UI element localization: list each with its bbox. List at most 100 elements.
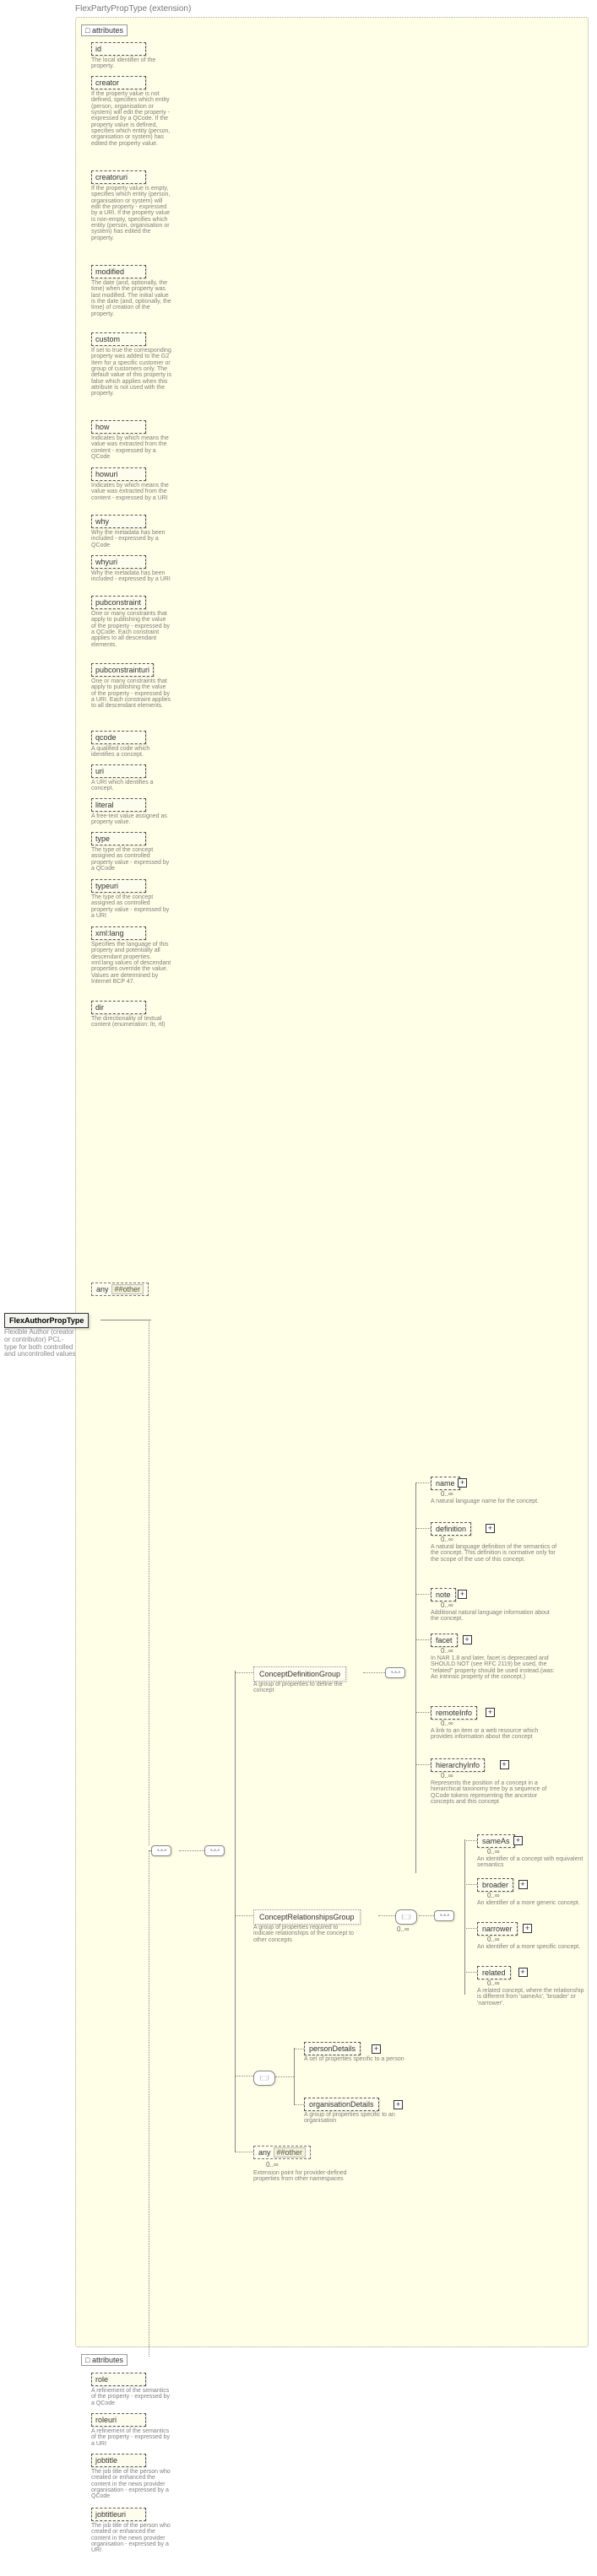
attr-name[interactable]: why <box>91 515 146 528</box>
attr-name[interactable]: xml:lang <box>91 926 146 940</box>
attr-doc: Specifies the language of this property … <box>91 942 171 985</box>
extension-any-other[interactable]: any##other <box>253 2146 311 2159</box>
expand-related[interactable]: + <box>518 1968 528 1977</box>
attr-doc: Why the metadata has been included - exp… <box>91 530 171 548</box>
attr-doc: The type of the concept assigned as cont… <box>91 847 171 872</box>
elem-note[interactable]: note <box>431 1588 456 1601</box>
expand-sameAs[interactable]: + <box>513 1836 523 1845</box>
elem-remoteInfo[interactable]: remoteInfo <box>431 1706 477 1720</box>
group-concept-definition-doc: A group of properties to define the conc… <box>253 1682 355 1694</box>
attr-name[interactable]: pubconstrainturi <box>91 663 154 677</box>
attr-doc: A free-text value assigned as property v… <box>91 813 171 826</box>
group-concept-relationships[interactable]: ConceptRelationshipsGroup <box>253 1909 361 1925</box>
attr-dir: dirThe directionality of textual content… <box>91 1001 150 1029</box>
root-sequence: •–•–• <box>151 1845 171 1856</box>
rel-choice: ⟨⬚⟩ <box>395 1909 417 1925</box>
attr-any-other[interactable]: any##other <box>91 1283 149 1296</box>
expand-name[interactable]: + <box>458 1478 467 1488</box>
elem-doc: A link to an item or a web resource whic… <box>431 1728 557 1741</box>
root-type[interactable]: FlexAuthorPropType <box>4 1313 89 1328</box>
attr-howuri: howuriIndicates by which means the value… <box>91 467 150 501</box>
attr-doc: The job title of the person who created … <box>91 2469 171 2500</box>
attr-name[interactable]: creator <box>91 76 146 89</box>
card: 0..∞ <box>441 1720 453 1727</box>
elem-doc: A natural language name for the concept. <box>431 1499 557 1504</box>
elem-doc: An identifier of a more specific concept… <box>477 1944 587 1950</box>
attr-name[interactable]: custom <box>91 332 146 346</box>
attr-name[interactable]: howuri <box>91 467 146 481</box>
expand-broader[interactable]: + <box>518 1880 528 1889</box>
expand-remoteInfo[interactable]: + <box>486 1708 495 1717</box>
attr-doc: If set to true the corresponding propert… <box>91 348 171 397</box>
card: 0..∞ <box>441 1536 453 1543</box>
elem-doc: An identifier of a more generic concept. <box>477 1900 587 1906</box>
attr-name[interactable]: creatoruri <box>91 170 146 184</box>
attr-name[interactable]: pubconstraint <box>91 596 146 609</box>
attr-doc: One or many constraints that apply to pu… <box>91 611 171 648</box>
attr-name[interactable]: id <box>91 42 146 56</box>
expand-personDetails[interactable]: + <box>372 2044 381 2054</box>
elem-sameAs[interactable]: sameAs <box>477 1834 515 1848</box>
card: 0..∞ <box>441 1772 453 1779</box>
attr-name[interactable]: type <box>91 832 146 845</box>
attr-name[interactable]: role <box>91 2373 146 2386</box>
attr-modified: modifiedThe date (and, optionally, the t… <box>91 265 150 317</box>
attr-name[interactable]: typeuri <box>91 879 146 893</box>
expand-note[interactable]: + <box>458 1590 467 1599</box>
elem-personDetails-doc: A set of properties specific to a person <box>304 2056 405 2062</box>
attr-uri: uriA URI which identifies a concept. <box>91 764 150 792</box>
attr-doc: A refinement of the semantics of the pro… <box>91 2428 171 2447</box>
attr-why: whyWhy the metadata has been included - … <box>91 515 150 548</box>
attr-name[interactable]: how <box>91 420 146 434</box>
attr-doc: One or many constraints that apply to pu… <box>91 678 171 710</box>
root-type-doc: Flexible Author (creator or contributor)… <box>4 1329 76 1358</box>
elem-name[interactable]: name <box>431 1477 460 1490</box>
elem-personDetails[interactable]: personDetails <box>304 2042 361 2055</box>
attr-name[interactable]: dir <box>91 1001 146 1014</box>
elem-facet[interactable]: facet <box>431 1634 458 1647</box>
elem-organisationDetails[interactable]: organisationDetails <box>304 2098 379 2111</box>
attr-name[interactable]: jobtitle <box>91 2454 146 2467</box>
attr-name[interactable]: roleuri <box>91 2413 146 2427</box>
expand-narrower[interactable]: + <box>523 1924 532 1933</box>
attr-creator: creatorIf the property value is not defi… <box>91 76 150 147</box>
attr-name[interactable]: jobtitleuri <box>91 2508 146 2521</box>
attr-name[interactable]: uri <box>91 764 146 778</box>
attr-doc: If the property value is not defined, sp… <box>91 91 171 147</box>
attr-name[interactable]: whyuri <box>91 555 146 569</box>
attr-name[interactable]: modified <box>91 265 146 278</box>
def-seq: •–•–• <box>385 1667 405 1678</box>
expand-definition[interactable]: + <box>486 1524 495 1533</box>
ext-attr-role: roleA refinement of the semantics of the… <box>91 2373 150 2406</box>
attr-type: typeThe type of the concept assigned as … <box>91 832 150 872</box>
card: 0..∞ <box>487 1892 500 1899</box>
elem-broader[interactable]: broader <box>477 1878 513 1892</box>
attr-doc: The local identifier of the property. <box>91 57 171 70</box>
attr-pubconstraint: pubconstraintOne or many constraints tha… <box>91 596 150 648</box>
expand-hierarchyInfo[interactable]: + <box>500 1760 509 1769</box>
attr-name[interactable]: literal <box>91 798 146 812</box>
card: 0..∞ <box>441 1647 453 1655</box>
attr-xmllang: xml:langSpecifies the language of this p… <box>91 926 150 985</box>
expand-facet[interactable]: + <box>463 1635 472 1644</box>
elem-related[interactable]: related <box>477 1966 511 1979</box>
attr-doc: Indicates by which means the value was e… <box>91 435 171 460</box>
ext-any-card: 0..∞ <box>266 2161 279 2168</box>
elem-definition[interactable]: definition <box>431 1522 471 1536</box>
rel-card: 0..∞ <box>397 1925 410 1933</box>
ext-attr-jobtitle: jobtitleThe job title of the person who … <box>91 2454 150 2500</box>
group-concept-definition[interactable]: ConceptDefinitionGroup <box>253 1666 346 1682</box>
expand-organisationDetails[interactable]: + <box>393 2100 403 2109</box>
attr-doc: If the property value is empty, specifie… <box>91 186 171 241</box>
attr-name[interactable]: qcode <box>91 731 146 744</box>
extension-type-label: FlexPartyPropType (extension) <box>75 4 191 14</box>
attr-doc: The directionality of textual content (e… <box>91 1016 171 1029</box>
elem-hierarchyInfo[interactable]: hierarchyInfo <box>431 1758 485 1772</box>
ext-attr-jobtitleuri: jobtitleuriThe job title of the person w… <box>91 2508 150 2554</box>
attr-how: howIndicates by which means the value wa… <box>91 420 150 460</box>
ext-attributes-box-label: □ attributes <box>81 2354 128 2366</box>
attr-doc: Indicates by which means the value was e… <box>91 483 171 501</box>
attr-doc: Why the metadata has been included - exp… <box>91 570 171 583</box>
attr-typeuri: typeuriThe type of the concept assigned … <box>91 879 150 919</box>
elem-narrower[interactable]: narrower <box>477 1922 518 1936</box>
